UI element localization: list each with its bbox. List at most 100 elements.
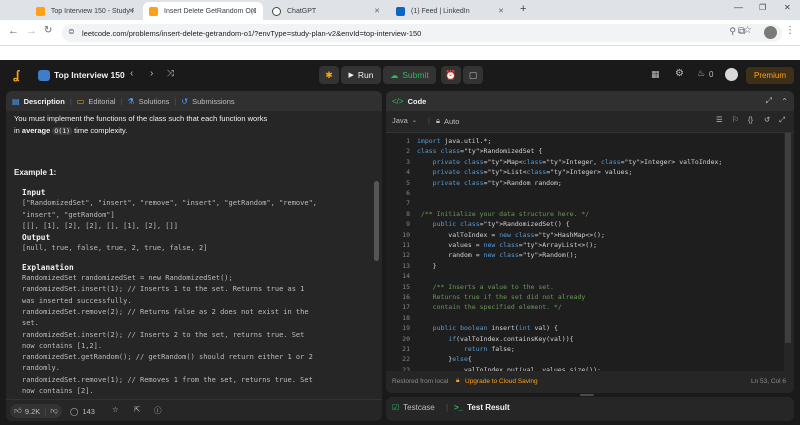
- code-line: valToIndex = new class="ty">HashMap<>();: [417, 230, 605, 239]
- profile-avatar[interactable]: [764, 26, 777, 39]
- chevron-down-icon: ⌄: [411, 118, 417, 124]
- browser-tab-study-plan[interactable]: Top Interview 150 - Study Plan ✕: [30, 2, 140, 20]
- help-icon[interactable]: ⓘ: [154, 405, 162, 416]
- submit-button[interactable]: ☁ Submit: [383, 66, 436, 84]
- collapse-icon[interactable]: ⌃: [781, 97, 788, 106]
- back-icon[interactable]: ←: [8, 25, 19, 37]
- notes-icon[interactable]: ▢: [463, 66, 483, 84]
- upgrade-cloud-link[interactable]: Upgrade to Cloud Saving: [465, 378, 538, 385]
- code-line: class class="ty">RandomizedSet {: [417, 147, 543, 156]
- braces-icon[interactable]: {}: [748, 115, 753, 124]
- comments-button[interactable]: ◯ 143: [70, 404, 95, 418]
- share-icon[interactable]: ⇱: [134, 405, 140, 414]
- minimize-window-icon[interactable]: —: [734, 2, 743, 12]
- editor-toolbar: Java ⌄ | 🔒︎ Auto ☰ ⚐ {} ↺ ⤢: [386, 111, 794, 133]
- tab-test-result[interactable]: >_ Test Result: [454, 403, 510, 412]
- close-tab-icon[interactable]: ✕: [128, 7, 134, 15]
- streak-fire-icon[interactable]: ♨: [697, 68, 705, 79]
- panel-resize-handle[interactable]: [580, 394, 594, 396]
- next-problem-icon[interactable]: ›: [150, 68, 153, 79]
- editor-scrollbar-track: [785, 133, 791, 371]
- prev-problem-icon[interactable]: ‹: [130, 68, 133, 79]
- close-tab-icon[interactable]: ✕: [251, 7, 257, 15]
- test-result-label: Test Result: [467, 403, 510, 412]
- tab-description[interactable]: ▤ Description: [12, 97, 65, 106]
- run-label: Run: [357, 70, 374, 80]
- input-line: ["RandomizedSet", "insert", "remove", "i…: [22, 199, 318, 208]
- line-number: 7: [406, 199, 410, 208]
- thumbs-down-icon[interactable]: 👎︎: [50, 406, 58, 416]
- reset-icon[interactable]: ↺: [764, 115, 770, 124]
- settings-gear-icon[interactable]: ⚙: [675, 68, 684, 79]
- study-plan-icon: [38, 70, 50, 81]
- tab-divider: |: [69, 96, 72, 106]
- line-number: 2: [406, 147, 410, 156]
- submit-label: Submit: [402, 70, 429, 80]
- tab-editorial[interactable]: ▭ Editorial: [77, 97, 116, 106]
- leetcode-logo-icon[interactable]: ʆ: [13, 68, 19, 82]
- restore-window-icon[interactable]: ❐: [759, 3, 766, 12]
- tab-submissions[interactable]: ↺ Submissions: [181, 97, 234, 106]
- browser-tab-title: ChatGPT: [287, 7, 317, 15]
- zoom-icon[interactable]: ⚲: [729, 26, 736, 37]
- tab-testcase[interactable]: ☑ Testcase: [392, 403, 435, 412]
- address-bar[interactable]: ⊜ leetcode.com/problems/insert-delete-ge…: [62, 24, 782, 42]
- user-avatar[interactable]: [725, 68, 738, 81]
- description-scrollbar[interactable]: [374, 181, 379, 261]
- study-plan-title[interactable]: Top Interview 150: [54, 70, 125, 80]
- close-tab-icon[interactable]: ✕: [498, 7, 504, 15]
- editorial-book-icon: ▭: [76, 96, 85, 106]
- page-gap: [0, 46, 800, 60]
- code-editor[interactable]: 1 import java.util.*; 2 class class="ty">Ra…: [386, 133, 784, 374]
- favorite-star-icon[interactable]: ☆: [112, 405, 119, 414]
- code-line: private class="ty">List<class="ty">Integ…: [432, 168, 633, 177]
- browser-menu-icon[interactable]: ⋮: [785, 25, 795, 36]
- explanation-line: randomizedSet.insert(1); // Inserts 1 to…: [22, 285, 305, 294]
- forward-icon[interactable]: →: [26, 25, 37, 37]
- maximize-icon[interactable]: ⤢: [766, 96, 772, 106]
- site-info-icon[interactable]: ⊜: [68, 27, 75, 36]
- new-tab-icon[interactable]: +: [520, 3, 526, 15]
- reload-icon[interactable]: ↻: [44, 25, 52, 36]
- fullscreen-icon[interactable]: ⤢: [779, 115, 785, 125]
- input-label: Input: [22, 188, 46, 197]
- close-tab-icon[interactable]: ✕: [374, 7, 380, 15]
- code-line: }else{: [417, 355, 472, 364]
- code-line: random = new class="ty">Random();: [417, 251, 578, 260]
- input-line: [[], [1], [2], [2], [], [1], [2], []]: [22, 221, 178, 230]
- browser-tab-title: Top Interview 150 - Study Plan: [50, 7, 134, 15]
- code-line: return false;: [463, 345, 515, 353]
- browser-tab-chatgpt[interactable]: ChatGPT ✕: [266, 2, 386, 20]
- timer-icon[interactable]: ⏰: [441, 66, 461, 84]
- browser-tab-linkedin[interactable]: (1) Feed | LinkedIn ✕: [390, 2, 510, 20]
- run-button[interactable]: ▶ Run: [341, 66, 381, 84]
- auto-mode-toggle[interactable]: 🔒︎ Auto: [436, 116, 459, 126]
- explanation-label: Explanation: [22, 262, 74, 272]
- tab-submissions-label: Submissions: [192, 96, 235, 106]
- editor-scrollbar-thumb[interactable]: [785, 133, 791, 343]
- shuffle-icon[interactable]: ⤨: [167, 68, 174, 79]
- code-brackets-icon: </>: [392, 96, 404, 106]
- test-panel: ☑ Testcase | >_ Test Result: [386, 397, 794, 421]
- bookmark-icon[interactable]: ⚐: [732, 115, 739, 124]
- lock-icon: 🔒︎: [436, 116, 440, 125]
- tab-divider: |: [174, 96, 177, 106]
- language-select[interactable]: Java ⌄: [392, 116, 417, 125]
- close-window-icon[interactable]: ✕: [784, 3, 791, 12]
- line-number: 22: [402, 355, 410, 364]
- line-number: 16: [402, 293, 410, 301]
- solutions-flask-icon: ⚗: [127, 96, 135, 106]
- premium-button[interactable]: Premium: [746, 67, 794, 84]
- leetcode-topbar: ʆ Top Interview 150 ‹ › ⤨ ✱ ▶ Run ☁ Subm…: [0, 60, 800, 90]
- debug-bug-icon[interactable]: ✱: [319, 66, 339, 84]
- format-icon[interactable]: ☰: [716, 115, 723, 124]
- extensions-icon[interactable]: ⧉: [738, 26, 745, 37]
- line-number: 8: [406, 209, 410, 218]
- tab-solutions[interactable]: ⚗ Solutions: [127, 97, 169, 106]
- browser-tab-insert-delete[interactable]: Insert Delete GetRandom O(1) ✕: [143, 2, 263, 20]
- layout-icon[interactable]: ▦: [651, 69, 660, 80]
- like-button[interactable]: 👍︎ 9.2K | 👎︎: [10, 404, 62, 418]
- description-doc-icon: ▤: [12, 96, 20, 106]
- streak-count: 0: [709, 70, 714, 79]
- line-number: 1: [406, 137, 410, 145]
